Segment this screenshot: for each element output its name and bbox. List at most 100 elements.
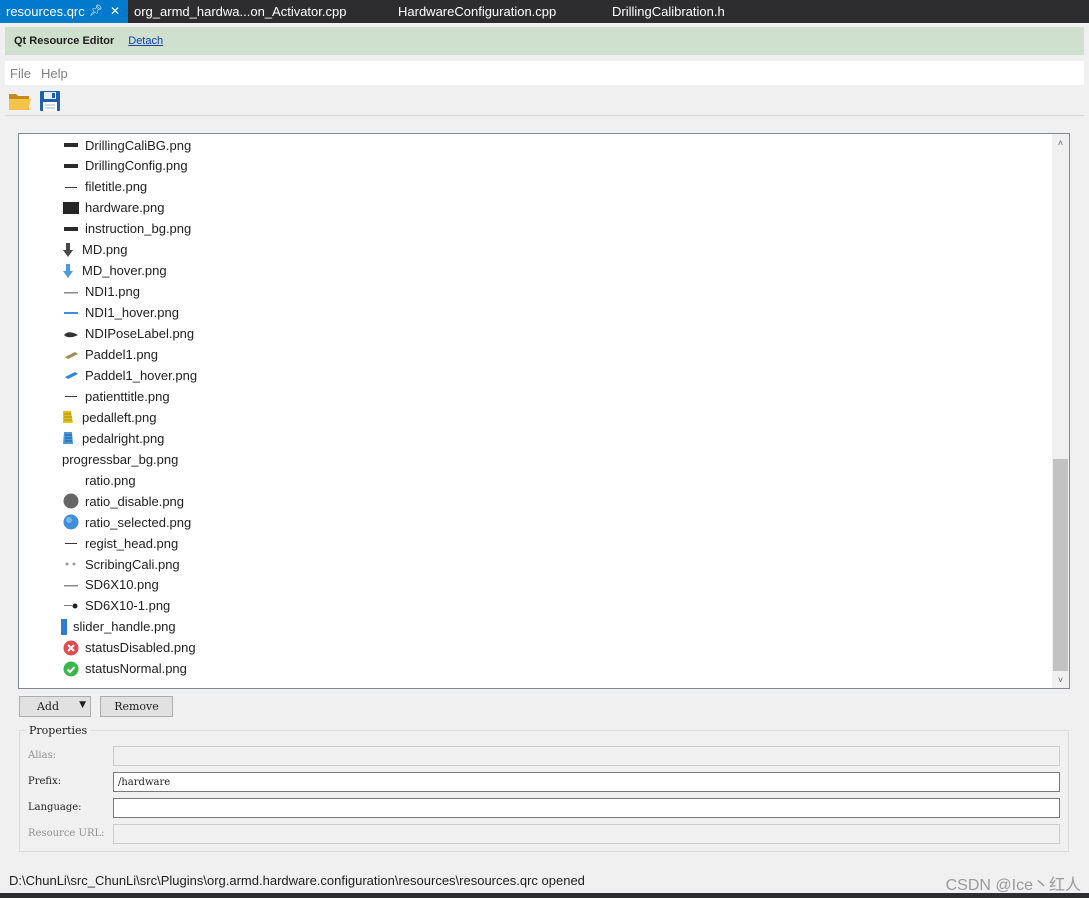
language-label: Language: (28, 802, 82, 813)
resource-file-name: SD6X10.png (85, 577, 159, 593)
dots-icon (63, 556, 79, 572)
status-bar-text: D:\ChunLi\src_ChunLi\src\Plugins\org.arm… (9, 873, 585, 888)
paddle-icon (63, 347, 79, 363)
menu-bar: File Help (5, 61, 1084, 85)
resource-file-name: DrillingConfig.png (85, 158, 188, 174)
resource-url-row: Resource URL: (20, 824, 1070, 844)
arrow-down-icon (60, 242, 76, 258)
pedal-right-icon (60, 430, 76, 446)
tab-drilling-calibration-h[interactable]: DrillingCalibration.h (612, 0, 725, 23)
status-error-icon (63, 640, 79, 656)
resource-file-item[interactable]: ratio.png (63, 470, 136, 490)
remove-button[interactable]: Remove (100, 696, 173, 717)
properties-group: Properties Alias: Prefix: Language: Reso… (19, 724, 1070, 852)
resource-file-name: regist_head.png (85, 535, 179, 551)
resource-file-item[interactable]: NDI1.png (63, 282, 140, 302)
arrow-down-hover-icon (60, 263, 76, 279)
toolbar (5, 86, 1084, 116)
prefix-label: Prefix: (28, 776, 62, 787)
resource-file-item[interactable]: hardware.png (63, 198, 165, 218)
resource-file-name: progressbar_bg.png (62, 451, 179, 467)
language-row: Language: (20, 798, 1070, 818)
pin-icon[interactable]: 📌︎ (86, 0, 106, 23)
image-line-icon (63, 284, 79, 300)
tab-hardware-configuration-cpp[interactable]: HardwareConfiguration.cpp (398, 0, 556, 23)
dropdown-arrow-icon[interactable]: ▼ (79, 700, 86, 710)
image-line-icon (63, 535, 79, 551)
resource-file-item[interactable]: Paddel1_hover.png (63, 365, 197, 385)
close-icon[interactable]: ✕ (106, 0, 124, 23)
watermark: CSDN @Ice丶红人 (945, 877, 1081, 894)
resource-file-item[interactable]: MD.png (60, 240, 128, 260)
resource-file-name: SD6X10-1.png (85, 598, 171, 614)
resource-file-item[interactable]: pedalleft.png (60, 407, 156, 427)
resource-file-item[interactable]: DrillingConfig.png (63, 156, 188, 176)
resource-file-name: slider_handle.png (73, 619, 176, 635)
paddle-hover-icon (63, 367, 79, 383)
resource-file-item[interactable]: patienttitle.png (63, 386, 170, 406)
vertical-scrollbar[interactable]: ˄ ˅ (1052, 134, 1069, 688)
menu-file[interactable]: File (5, 66, 36, 81)
resource-file-item[interactable]: progressbar_bg.png (62, 449, 178, 469)
resource-file-name: NDI1_hover.png (85, 305, 179, 321)
resource-file-item[interactable]: slider_handle.png (60, 617, 176, 637)
save-button[interactable] (38, 89, 62, 113)
remove-label: Remove (114, 700, 159, 713)
folder-open-icon (9, 93, 31, 110)
scroll-up-arrow[interactable]: ˄ (1052, 134, 1069, 151)
image-bar-icon (63, 221, 79, 237)
radio-disabled-icon (63, 493, 79, 509)
resource-file-item[interactable]: DrillingCaliBG.png (63, 135, 191, 155)
tab-resources-qrc[interactable]: resources.qrc 📌︎ ✕ (0, 0, 128, 23)
resource-file-item[interactable]: ratio_disable.png (63, 491, 184, 511)
open-button[interactable] (8, 89, 32, 113)
resource-file-item[interactable]: MD_hover.png (60, 261, 167, 281)
slider-handle-icon (60, 618, 68, 635)
resource-file-item[interactable]: instruction_bg.png (63, 219, 191, 239)
resource-file-item[interactable]: ratio_selected.png (63, 512, 191, 532)
resource-file-name: DrillingCaliBG.png (85, 137, 192, 153)
resource-file-item[interactable]: pedalright.png (60, 428, 164, 448)
prefix-input[interactable] (113, 772, 1060, 792)
resource-file-name: statusDisabled.png (85, 640, 196, 656)
add-button[interactable]: Add ▼ (19, 696, 91, 717)
detach-link[interactable]: Detach (128, 35, 163, 47)
tab-label: resources.qrc (6, 4, 85, 19)
tab-activator-cpp[interactable]: org_armd_hardwa...on_Activator.cpp (134, 0, 346, 23)
tab-label: HardwareConfiguration.cpp (398, 4, 557, 19)
resource-file-item[interactable]: NDIPoseLabel.png (63, 324, 194, 344)
image-bar-icon (63, 158, 79, 174)
image-line-hover-icon (63, 305, 79, 321)
bottom-border (0, 893, 1089, 898)
menu-help[interactable]: Help (36, 66, 73, 81)
resource-file-item[interactable]: statusDisabled.png (63, 638, 196, 658)
resource-file-name: pedalright.png (82, 430, 165, 446)
image-line-icon (63, 179, 79, 195)
floppy-save-icon (40, 90, 60, 111)
language-input[interactable] (113, 798, 1060, 818)
resource-file-name: Paddel1.png (85, 347, 159, 362)
resource-file-name: ScribingCali.png (85, 556, 180, 572)
resource-url-label: Resource URL: (28, 828, 105, 839)
resource-file-name: MD.png (82, 242, 128, 258)
resource-file-item[interactable]: ScribingCali.png (63, 554, 180, 574)
resource-file-item[interactable]: SD6X10.png (63, 575, 159, 595)
resource-file-item[interactable]: statusNormal.png (63, 659, 187, 679)
resource-file-item[interactable]: Paddel1.png (63, 345, 158, 365)
resource-file-item[interactable]: regist_head.png (63, 533, 178, 553)
resource-file-name: NDIPoseLabel.png (85, 326, 195, 342)
alias-label: Alias: (28, 750, 57, 761)
tab-label: org_armd_hardwa...on_Activator.cpp (134, 4, 347, 19)
scroll-thumb[interactable] (1053, 459, 1068, 671)
resource-file-name: filetitle.png (85, 179, 148, 195)
prefix-row: Prefix: (20, 772, 1070, 792)
resource-file-item[interactable]: filetitle.png (63, 177, 147, 197)
alias-row: Alias: (20, 746, 1070, 766)
image-bar-icon (63, 137, 79, 153)
scroll-down-arrow[interactable]: ˅ (1052, 671, 1069, 688)
resource-file-item[interactable]: NDI1_hover.png (63, 303, 179, 323)
resource-file-name: pedalleft.png (82, 409, 157, 425)
resource-file-item[interactable]: SD6X10-1.png (63, 596, 170, 616)
resource-tree[interactable]: DrillingCaliBG.png DrillingConfig.png file… (18, 133, 1070, 689)
blank-icon (63, 472, 79, 488)
